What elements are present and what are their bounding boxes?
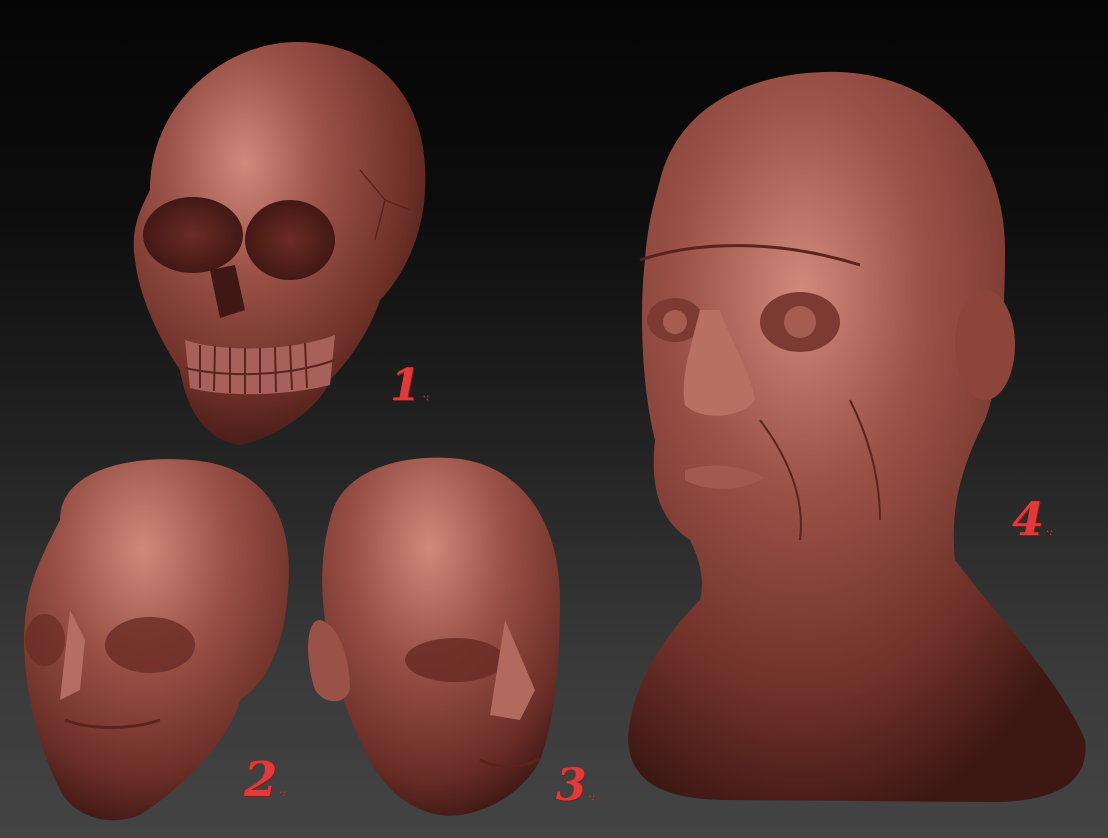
- label-1: 1 ·:: [390, 360, 430, 411]
- label-3: 3 ·:: [556, 760, 596, 811]
- sculpt-canvas: [24, 41, 1086, 821]
- label-2: 2 ·:: [244, 752, 286, 808]
- label-4: 4 ·:: [1012, 492, 1053, 546]
- skull-sculpture: [133, 41, 426, 445]
- old-man-bust-sculpture: [628, 71, 1086, 802]
- head-with-ear-sculpture: [308, 457, 560, 816]
- zbrush-viewport: 1 ·: 2 ·: 3 ·: 4 ·:: [0, 0, 1108, 838]
